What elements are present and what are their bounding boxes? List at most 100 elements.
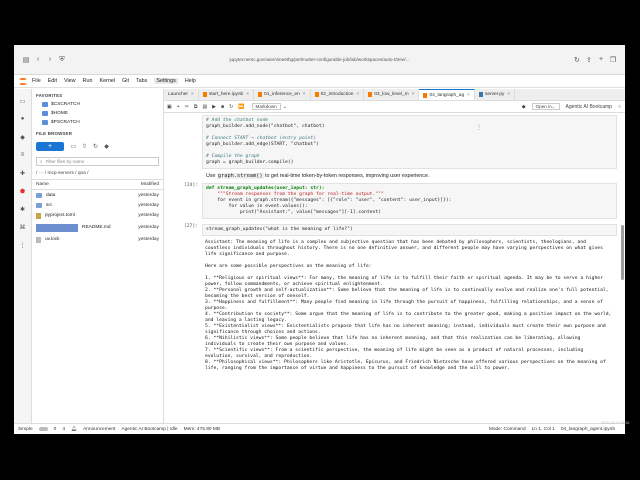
scrollbar[interactable] (621, 225, 624, 280)
simple-mode-toggle[interactable] (38, 427, 48, 431)
address-bar[interactable]: jupyter.nersc.gov/user/vineethg/perlmutt… (229, 57, 409, 62)
menu-tabs[interactable]: Tabs (136, 78, 147, 84)
favorite-item[interactable]: $PSCRATCH (32, 118, 163, 127)
filter-input[interactable]: ⌕ Filter files by name (36, 157, 159, 166)
browser-chrome: ▤ ‹ › ⛨ jupyter.nersc.gov/user/vineethg/… (14, 45, 625, 75)
folder-icon (36, 192, 42, 198)
bug-icon[interactable]: ✱ (17, 203, 29, 215)
file-row[interactable]: uv.lock yesterday (32, 234, 163, 245)
close-icon[interactable]: × (246, 92, 249, 97)
favorites-title: FAVORITES (36, 93, 63, 98)
tab-04-langraph[interactable]: 04_langraph_ag × (419, 89, 475, 100)
menu-git[interactable]: Git (122, 78, 129, 84)
toc-icon[interactable]: ≡ (17, 149, 29, 161)
file-row[interactable]: data yesterday (32, 190, 163, 200)
markdown-cell[interactable]: Use graph.stream() to get real-time toke… (164, 169, 625, 183)
new-tab-icon[interactable]: + (595, 54, 607, 66)
run-all-icon[interactable]: ⏩ (238, 104, 244, 110)
menu-settings[interactable]: Settings (154, 78, 178, 84)
close-icon[interactable]: × (507, 92, 510, 97)
kernel-count[interactable]: 4 (62, 427, 65, 432)
tabs-overview-icon[interactable]: ❐ (607, 54, 619, 66)
bell-icon[interactable]: 🔔︎ (71, 427, 77, 432)
cursor-position[interactable]: Ln 1, Col 1 (532, 427, 555, 432)
notebook-icon (202, 92, 207, 97)
notebook-panel: # Add the chatbot node graph_builder.add… (164, 113, 625, 423)
tab-server-py[interactable]: server.py × (475, 89, 516, 100)
back-icon[interactable]: ‹ (32, 54, 44, 66)
cut-icon[interactable]: ✂ (185, 104, 189, 110)
git-clone-icon[interactable]: ◆ (102, 142, 111, 151)
code-cell[interactable]: [27]: stream_graph_updates("what is the … (164, 224, 625, 236)
mode-label: Simple (18, 426, 33, 432)
notebook-toolbar: ▣ + ✂ ⧉ ▤ ▶ ■ ↻ ⏩ Markdown ⌄ ◆ Open in..… (164, 101, 625, 113)
tab-03-low-level[interactable]: 03_low_level_m × (364, 89, 420, 100)
refresh-icon[interactable]: ↻ (91, 142, 100, 151)
forward-icon[interactable]: › (44, 54, 56, 66)
tab-01-inference[interactable]: 01_inference_en × (254, 89, 311, 100)
git-icon[interactable]: ◆ (17, 131, 29, 143)
share-icon[interactable]: ⇪ (583, 54, 595, 66)
terminal-count[interactable]: 0 (54, 427, 57, 432)
add-cell-icon[interactable]: + (177, 104, 180, 110)
menu-help[interactable]: Help (185, 78, 196, 84)
favorite-item[interactable]: $CSCRATCH (32, 100, 163, 109)
cell-type-select[interactable]: Markdown (251, 103, 281, 110)
sidebar-toggle-icon[interactable]: ▤ (20, 54, 32, 66)
run-icon[interactable]: ▶ (212, 104, 216, 110)
command-mode: Mode: Command (488, 426, 526, 432)
cell-source[interactable]: # Add the chatbot node graph_builder.add… (202, 115, 617, 169)
file-row[interactable]: pyproject.toml yesterday (32, 210, 163, 221)
shield-icon[interactable]: ⬟ (17, 185, 29, 197)
tab-launcher[interactable]: Launcher × (164, 89, 199, 100)
favorite-item[interactable]: $HOME (32, 109, 163, 118)
git-icon[interactable]: ◆ (522, 104, 526, 110)
code-cell[interactable]: [24]: def stream_graph_updates(user_inpu… (164, 183, 625, 219)
copy-icon[interactable]: ⧉ (194, 104, 198, 110)
close-icon[interactable]: × (356, 92, 359, 97)
file-row[interactable]: src yesterday (32, 200, 163, 210)
kernel-status[interactable]: Agentic AI Bootcamp | Idle (121, 427, 177, 432)
extension-icon[interactable]: ✚ (17, 167, 29, 179)
restart-icon[interactable]: ↻ (229, 104, 233, 110)
breadcrumb[interactable]: / ··· / mcp-servers / qna / (32, 168, 163, 179)
paste-icon[interactable]: ▤ (202, 104, 207, 110)
search-icon: ⌕ (40, 159, 43, 164)
close-icon[interactable]: × (303, 92, 306, 97)
palette-icon[interactable]: ⌘ (17, 221, 29, 233)
close-icon[interactable]: × (467, 93, 470, 98)
folder-icon (42, 120, 48, 125)
file-row[interactable]: README.md yesterday (32, 221, 163, 234)
close-icon[interactable]: × (412, 92, 415, 97)
kernel-name[interactable]: Agentic AI Bootcamp (566, 104, 612, 110)
upload-icon[interactable]: ⇧ (80, 142, 89, 151)
stop-icon[interactable]: ■ (221, 104, 224, 110)
chevron-down-icon[interactable]: ⌄ (283, 104, 287, 110)
shield-icon[interactable]: ⛨ (56, 54, 68, 66)
reload-icon[interactable]: ↻ (571, 54, 583, 66)
folder-icon[interactable]: ▭ (17, 95, 29, 107)
new-launcher-button[interactable]: + (36, 142, 64, 151)
open-in-button[interactable]: Open in... (531, 103, 560, 110)
more-icon[interactable]: ⋮ (476, 124, 483, 131)
tab-02-introduction[interactable]: 02_introduction × (311, 89, 365, 100)
announcement-label[interactable]: Announcement (83, 427, 115, 432)
tree-icon[interactable]: ⋮ (17, 239, 29, 251)
close-icon[interactable]: × (191, 92, 194, 97)
cell-source[interactable]: stream_graph_updates("what is the meanin… (202, 224, 617, 236)
menu-kernel[interactable]: Kernel (99, 78, 115, 84)
menu-edit[interactable]: Edit (48, 78, 57, 84)
file-browser-panel: FAVORITES $CSCRATCH $HOME $PSCRATCH FILE… (32, 89, 164, 423)
timestamp-overlay: 2025-03-21 09:26 (601, 421, 630, 425)
column-modified[interactable]: Modified (141, 182, 159, 187)
save-icon[interactable]: ▣ (167, 104, 172, 110)
running-icon[interactable]: ● (17, 113, 29, 125)
menu-view[interactable]: View (64, 78, 76, 84)
cell-source[interactable]: def stream_graph_updates(user_input: str… (202, 183, 617, 219)
tab-start-here[interactable]: start_here.ipynb × (199, 89, 255, 100)
new-folder-icon[interactable]: ▭ (69, 142, 78, 151)
menu-run[interactable]: Run (83, 78, 93, 84)
column-name[interactable]: Name (36, 182, 141, 187)
menu-file[interactable]: File (32, 78, 41, 84)
code-cell[interactable]: # Add the chatbot node graph_builder.add… (164, 115, 625, 169)
